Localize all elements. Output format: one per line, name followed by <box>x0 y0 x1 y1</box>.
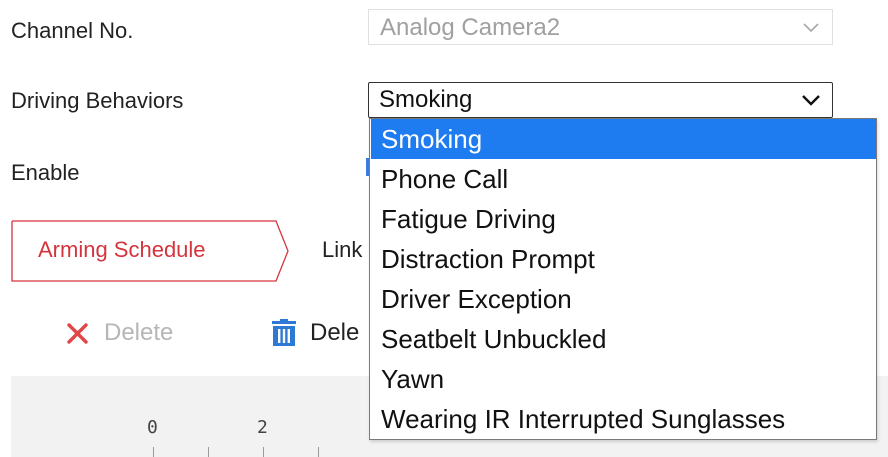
chevron-down-icon <box>802 95 820 106</box>
timeline-tick <box>208 447 209 457</box>
chevron-down-icon <box>803 23 819 33</box>
delete-button-label: Delete <box>104 319 174 346</box>
dropdown-option-wearing-ir-interrupted-sunglasses[interactable]: Wearing IR Interrupted Sunglasses <box>371 399 876 439</box>
channel-select-value: Analog Camera2 <box>380 14 561 41</box>
dropdown-option-driver-exception[interactable]: Driver Exception <box>371 279 876 319</box>
channel-select[interactable]: Analog Camera2 <box>368 9 833 45</box>
dropdown-option-distraction-prompt[interactable]: Distraction Prompt <box>371 239 876 279</box>
tab-link[interactable]: Link <box>322 237 362 263</box>
dropdown-option-seatbelt-unbuckled[interactable]: Seatbelt Unbuckled <box>371 319 876 359</box>
enable-label: Enable <box>11 160 80 185</box>
timeline-tick <box>318 447 319 457</box>
timeline-tick <box>153 447 154 457</box>
driving-behaviors-select[interactable]: Smoking <box>368 82 833 118</box>
channel-label: Channel No. <box>11 18 134 43</box>
trash-icon <box>272 319 296 346</box>
tab-arming-schedule-label: Arming Schedule <box>38 237 206 262</box>
x-icon <box>67 323 88 344</box>
driving-behaviors-select-value: Smoking <box>379 86 473 113</box>
delete-all-button-label: Dele <box>310 319 360 346</box>
dropdown-option-fatigue-driving[interactable]: Fatigue Driving <box>371 199 876 239</box>
tab-arming-schedule[interactable]: Arming Schedule <box>11 220 289 282</box>
driving-behaviors-label: Driving Behaviors <box>11 88 184 113</box>
timeline-tick-label: 0 <box>147 417 158 438</box>
driving-behaviors-dropdown[interactable]: Smoking Phone Call Fatigue Driving Distr… <box>369 118 877 440</box>
dropdown-option-phone-call[interactable]: Phone Call <box>371 159 876 199</box>
timeline-tick <box>263 447 264 457</box>
dropdown-option-smoking[interactable]: Smoking <box>371 119 876 159</box>
dropdown-option-yawn[interactable]: Yawn <box>371 359 876 399</box>
delete-all-button[interactable]: Dele <box>270 318 359 348</box>
delete-button[interactable]: Delete <box>64 318 173 348</box>
timeline-tick-label: 2 <box>257 417 268 438</box>
